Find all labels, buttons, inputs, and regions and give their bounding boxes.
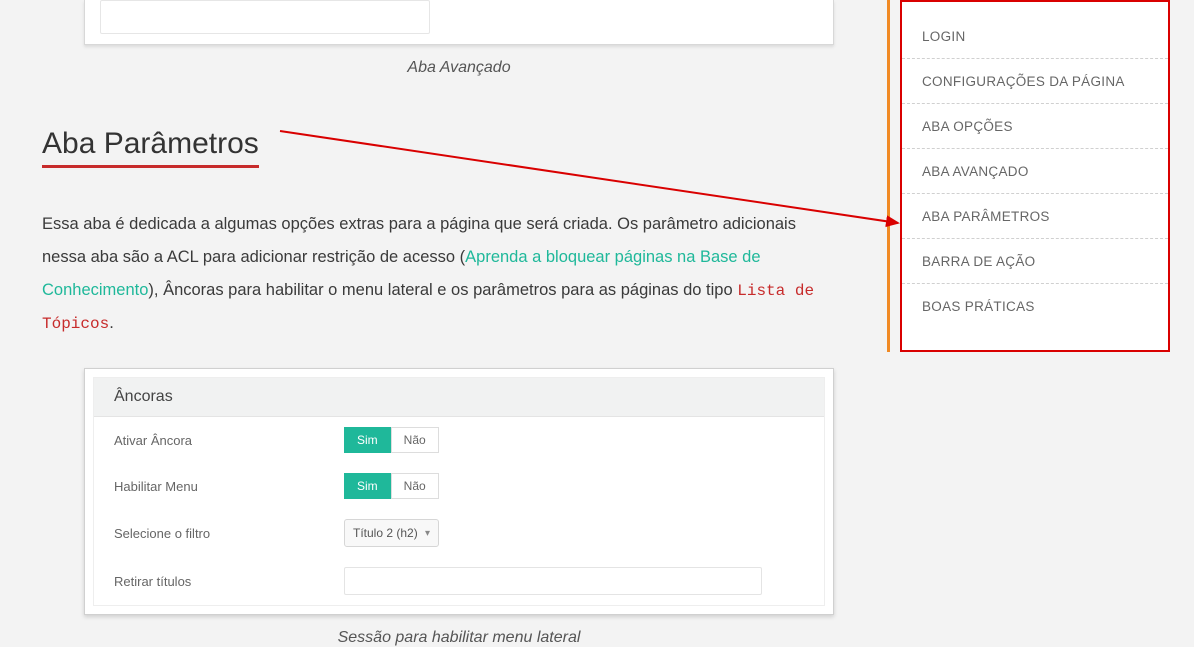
field-habilitar-menu: Habilitar Menu Sim Não [94, 463, 824, 509]
sidebar-wrapper: LOGIN CONFIGURAÇÕES DA PÁGINA ABA OPÇÕES… [887, 0, 1170, 352]
sidebar-item-aba-parametros[interactable]: ABA PARÂMETROS [902, 194, 1168, 239]
chevron-down-icon: ▾ [425, 528, 430, 539]
ancoras-card-body: Âncoras Ativar Âncora Sim Não Habilitar … [93, 377, 825, 606]
sidebar-item-barra-acao[interactable]: BARRA DE AÇÃO [902, 239, 1168, 284]
field-ativar-ancora: Ativar Âncora Sim Não [94, 417, 824, 463]
toggle-habilitar-menu: Sim Não [344, 473, 439, 499]
paragraph-text-3: . [109, 314, 114, 332]
caption-aba-avancado: Aba Avançado [84, 59, 834, 77]
section-paragraph: Essa aba é dedicada a algumas opções ext… [42, 208, 842, 340]
toggle-sim-button[interactable]: Sim [344, 427, 391, 453]
section-title-aba-parametros: Aba Parâmetros [42, 127, 259, 168]
paragraph-text-2: ), Âncoras para habilitar o menu lateral… [148, 281, 737, 299]
previous-tab-card [84, 0, 834, 45]
toggle-nao-button[interactable]: Não [391, 473, 439, 499]
field-retirar-titulos: Retirar títulos [94, 557, 824, 605]
ancoras-card: Âncoras Ativar Âncora Sim Não Habilitar … [84, 368, 834, 615]
main-content: Aba Avançado Aba Parâmetros Essa aba é d… [42, 0, 842, 647]
label-ativar-ancora: Ativar Âncora [114, 433, 344, 448]
toggle-ativar-ancora: Sim Não [344, 427, 439, 453]
input-retirar-titulos[interactable] [344, 567, 762, 595]
sidebar-item-configuracoes[interactable]: CONFIGURAÇÕES DA PÁGINA [902, 59, 1168, 104]
sidebar-item-aba-avancado[interactable]: ABA AVANÇADO [902, 149, 1168, 194]
empty-input-preview [100, 0, 430, 34]
label-retirar-titulos: Retirar títulos [114, 574, 344, 589]
sidebar-item-aba-opcoes[interactable]: ABA OPÇÕES [902, 104, 1168, 149]
sidebar-nav: LOGIN CONFIGURAÇÕES DA PÁGINA ABA OPÇÕES… [900, 0, 1170, 352]
select-filtro-value: Título 2 (h2) [353, 526, 418, 540]
select-filtro[interactable]: Título 2 (h2) ▾ [344, 519, 439, 547]
sidebar-item-login[interactable]: LOGIN [902, 14, 1168, 59]
ancoras-card-title: Âncoras [94, 378, 824, 417]
field-selecione-filtro: Selecione o filtro Título 2 (h2) ▾ [94, 509, 824, 557]
toggle-sim-button[interactable]: Sim [344, 473, 391, 499]
label-habilitar-menu: Habilitar Menu [114, 479, 344, 494]
label-selecione-filtro: Selecione o filtro [114, 526, 344, 541]
sidebar-item-boas-praticas[interactable]: BOAS PRÁTICAS [902, 284, 1168, 328]
caption-sessao-menu-lateral: Sessão para habilitar menu lateral [84, 629, 834, 647]
toggle-nao-button[interactable]: Não [391, 427, 439, 453]
